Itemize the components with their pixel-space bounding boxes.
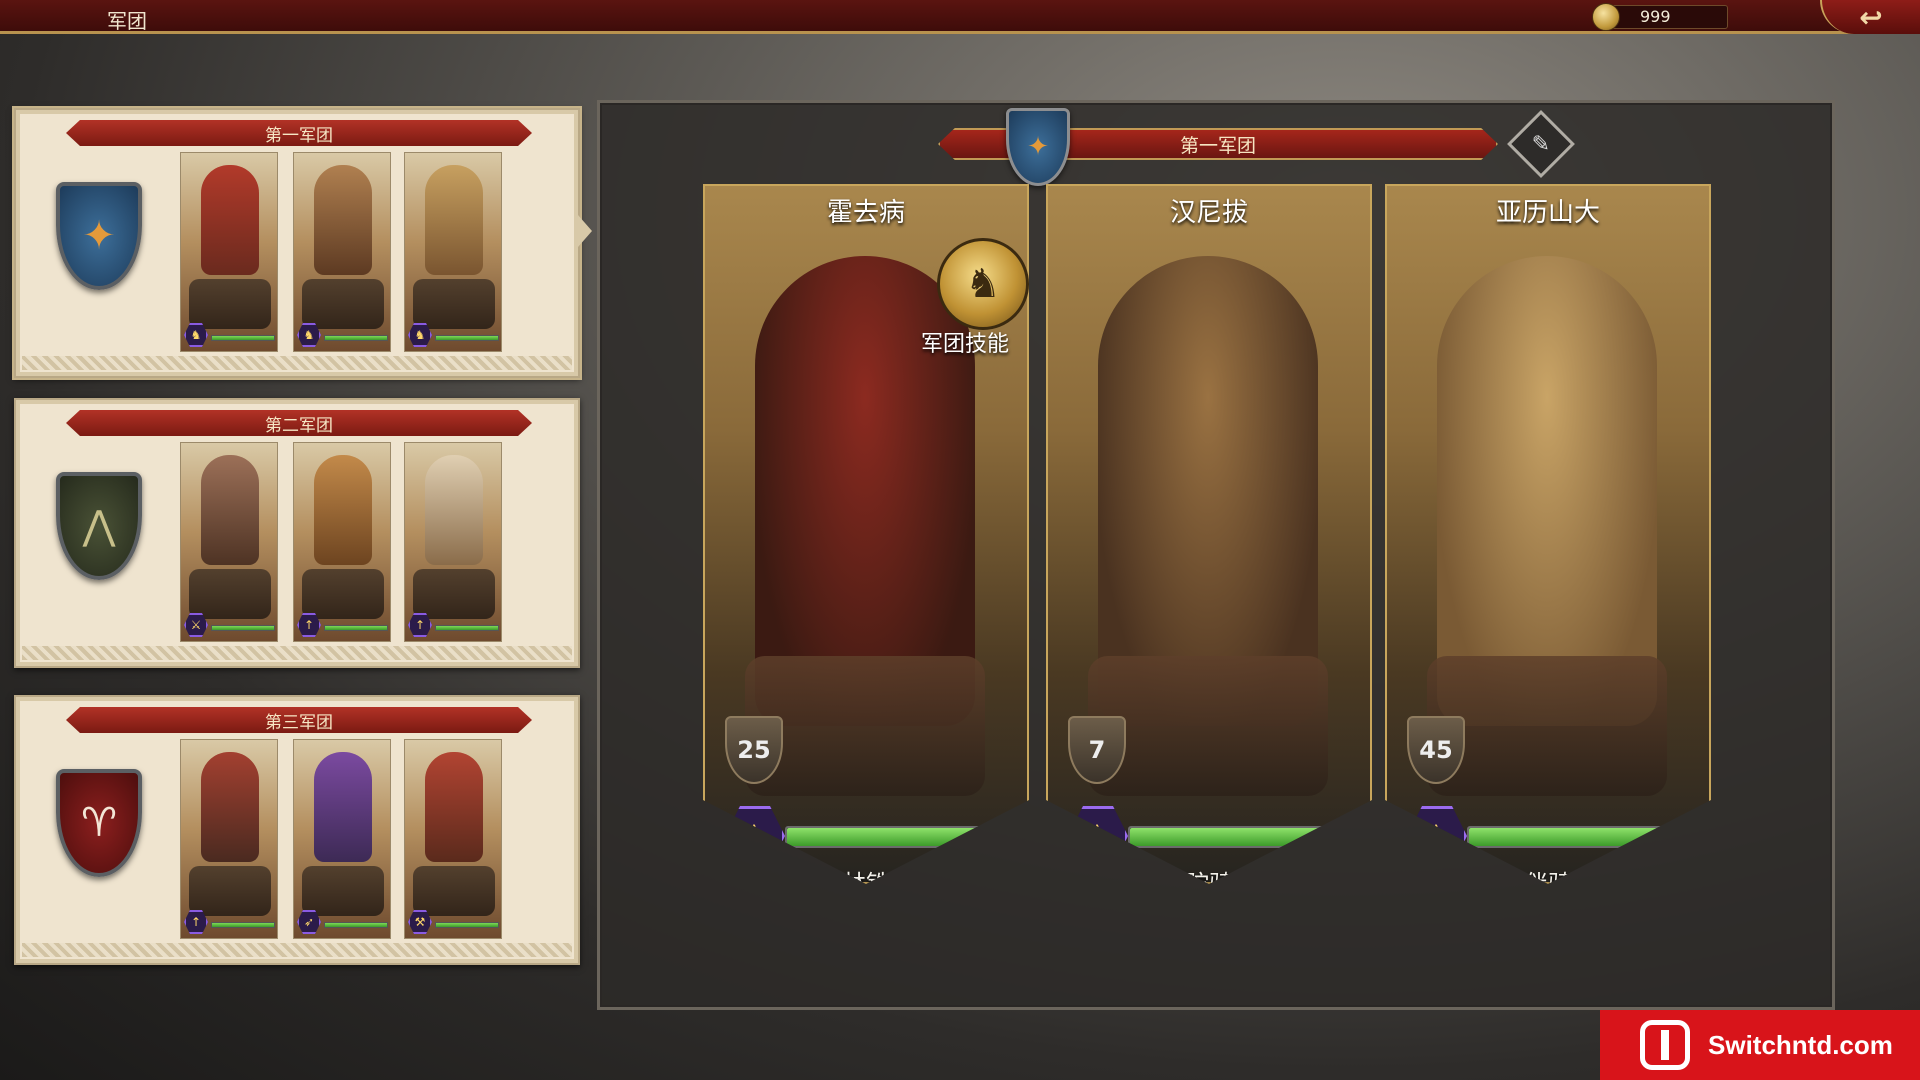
unit-figure bbox=[302, 866, 384, 916]
legion-banner: 第一军团 bbox=[66, 120, 532, 146]
unit-level: 25 bbox=[737, 736, 771, 764]
general-card[interactable]: 亚历山大 45 ♞ 伙伴骑兵 bbox=[1385, 184, 1711, 884]
back-arrow-icon: ↩ bbox=[1859, 0, 1883, 34]
legion-card[interactable]: 第三军团 ♈ ↑ ➶ ⚒ bbox=[14, 695, 580, 965]
legion-card-title: 第二军团 bbox=[265, 415, 333, 436]
hero-thumbnail[interactable]: ⚔ bbox=[180, 442, 278, 642]
legion-card-title: 第一军团 bbox=[265, 125, 333, 146]
hero-figure bbox=[314, 165, 372, 275]
legion-skill-label: 军团技能 bbox=[921, 332, 1010, 357]
legion-card[interactable]: 第一军团 ✦ ♞ ♞ ♞ bbox=[14, 108, 580, 378]
unit-figure bbox=[413, 866, 495, 916]
unit-figure bbox=[413, 569, 495, 619]
arrow-emblem-icon: ⋀ bbox=[82, 503, 116, 549]
legion-name: 第一军团 bbox=[1179, 134, 1256, 157]
hero-figure bbox=[425, 752, 483, 862]
hero-thumbnail[interactable]: ↑ bbox=[180, 739, 278, 939]
legion-emblem: ⋀ bbox=[56, 472, 142, 580]
horse-head-icon: ♞ bbox=[965, 261, 1001, 307]
hero-thumbnail[interactable]: ➶ bbox=[293, 739, 391, 939]
coin-icon bbox=[1592, 3, 1620, 31]
legion-banner: 第三军团 bbox=[66, 707, 532, 733]
hero-thumbnail[interactable]: ↑ bbox=[293, 442, 391, 642]
hero-figure bbox=[425, 165, 483, 275]
coin-count: 999 bbox=[1640, 7, 1671, 26]
top-bar: 军团 999 ↩ bbox=[0, 0, 1920, 34]
hero-figure bbox=[425, 455, 483, 565]
hero-thumbnail[interactable]: ↑ bbox=[404, 442, 502, 642]
legion-card[interactable]: 第二军团 ⋀ ⚔ ↑ ↑ bbox=[14, 398, 580, 668]
hero-thumbnail[interactable]: ♞ bbox=[293, 152, 391, 352]
bird-emblem-icon: ✦ bbox=[1027, 132, 1049, 162]
legion-emblem: ♈ bbox=[56, 769, 142, 877]
hero-figure bbox=[314, 752, 372, 862]
unit-hp-bar bbox=[211, 335, 275, 341]
bird-emblem-icon: ✦ bbox=[82, 213, 116, 259]
active-legion-pointer bbox=[578, 215, 592, 247]
general-name: 汉尼拔 bbox=[1169, 198, 1248, 228]
decorative-border bbox=[22, 943, 572, 957]
hero-figure bbox=[201, 752, 259, 862]
legion-emblem: ✦ bbox=[56, 182, 142, 290]
unit-hp-bar bbox=[211, 922, 275, 928]
unit-figure bbox=[189, 569, 271, 619]
general-card[interactable]: 霍去病 25 ♞ 羽林铁骑 ♞ 军团技能 bbox=[703, 184, 1029, 884]
watermark: Switchntd.com bbox=[1600, 1010, 1920, 1080]
general-card[interactable]: 汉尼拔 7 ♞ 骆驼骑士 bbox=[1046, 184, 1372, 884]
unit-hp-bar bbox=[435, 625, 499, 631]
unit-hp-bar bbox=[435, 922, 499, 928]
unit-level: 7 bbox=[1088, 736, 1106, 764]
back-button[interactable]: ↩ bbox=[1820, 0, 1920, 34]
unit-hp-bar bbox=[324, 335, 388, 341]
unit-figure bbox=[189, 866, 271, 916]
switch-logo-icon bbox=[1640, 1020, 1690, 1070]
pencil-icon: ✎ bbox=[1531, 131, 1551, 157]
hero-figure bbox=[201, 165, 259, 275]
hero-thumbnail[interactable]: ⚒ bbox=[404, 739, 502, 939]
hero-figure bbox=[314, 455, 372, 565]
unit-hp-bar bbox=[211, 625, 275, 631]
general-name: 霍去病 bbox=[826, 198, 905, 228]
decorative-border bbox=[22, 356, 572, 370]
unit-hp-bar bbox=[324, 922, 388, 928]
hero-thumbnail[interactable]: ♞ bbox=[180, 152, 278, 352]
legion-banner: 第二军团 bbox=[66, 410, 532, 436]
unit-hp-bar bbox=[435, 335, 499, 341]
unit-hp-bar bbox=[324, 625, 388, 631]
unit-level: 45 bbox=[1419, 736, 1453, 764]
unit-figure bbox=[189, 279, 271, 329]
unit-figure bbox=[413, 279, 495, 329]
legion-skill-button[interactable]: ♞ bbox=[937, 238, 1029, 330]
unit-figure bbox=[302, 279, 384, 329]
hero-figure bbox=[201, 455, 259, 565]
decorative-border bbox=[22, 646, 572, 660]
ram-emblem-icon: ♈ bbox=[81, 800, 117, 846]
unit-figure bbox=[302, 569, 384, 619]
legion-card-title: 第三军团 bbox=[265, 712, 333, 733]
page-title: 军团 bbox=[107, 9, 147, 33]
watermark-text: Switchntd.com bbox=[1708, 1029, 1893, 1060]
hero-thumbnail[interactable]: ♞ bbox=[404, 152, 502, 352]
general-name: 亚历山大 bbox=[1495, 198, 1600, 228]
